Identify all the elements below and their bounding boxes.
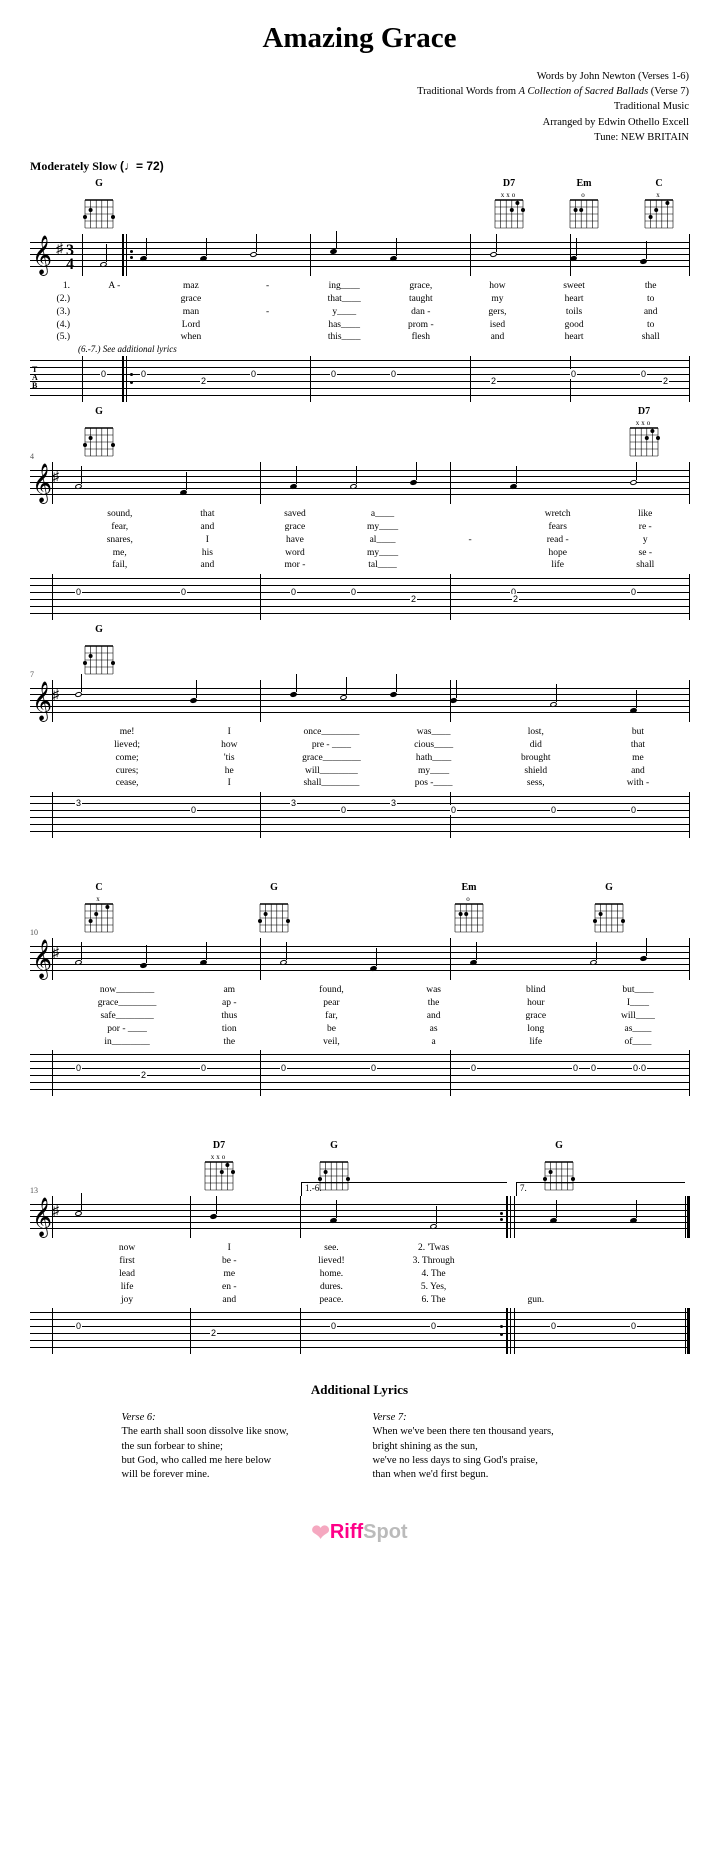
chord-strip: G D7xxo — [30, 406, 689, 460]
chord-strip: G — [30, 624, 689, 678]
credit-line: Traditional Words from A Collection of S… — [30, 84, 689, 99]
lyric-row: leadmehome.4. The — [30, 1268, 689, 1281]
treble-clef-icon: 𝄞 — [32, 239, 52, 273]
lyric-row: sound,thatsaveda____wretchlike — [30, 508, 689, 521]
lyric-row: joyandpeace.6. Thegun. — [30, 1294, 689, 1307]
chord-diagram-em: Emo — [450, 882, 488, 935]
time-signature: 34 — [66, 244, 74, 273]
chord-diagram-g: G — [80, 406, 118, 459]
additional-verse: Verse 6: The earth shall soon dissolve l… — [122, 1412, 347, 1482]
lyric-row: cures;hewill________my____shieldand — [30, 765, 689, 778]
chord-strip: G D7xxo Emo Cx — [30, 178, 689, 232]
tablature-staff: 00002002 — [30, 574, 689, 620]
sheet-music-page: Amazing Grace Words by John Newton (Vers… — [0, 0, 719, 1576]
lyric-row: now________amfound,wasblindbut____ — [30, 984, 689, 997]
lyric-row: firstbe -lieved!3. Through — [30, 1255, 689, 1268]
tempo-marking: Moderately Slow (♩= 72) — [30, 159, 689, 174]
heart-icon: ❤ — [311, 1520, 329, 1545]
chord-diagram-g: G — [80, 178, 118, 231]
chord-diagram-em: Emo — [565, 178, 603, 231]
chord-diagram-d7: D7xxo — [490, 178, 528, 231]
lyrics-block: nowIsee.2. 'Twas firstbe -lieved!3. Thro… — [30, 1242, 689, 1306]
credit-line: Tune: NEW BRITAIN — [30, 130, 689, 145]
lyric-row: lifeen -dures.5. Yes, — [30, 1281, 689, 1294]
music-system: D7xxo G G 131.-6. 7. 𝄞 ♯ nowIsee.2. 'Twa… — [30, 1140, 689, 1354]
additional-lyrics-section: Additional Lyrics Verse 6: The earth sha… — [30, 1382, 689, 1482]
treble-staff: 131.-6. 7. 𝄞 ♯ — [30, 1196, 689, 1238]
key-signature: ♯ — [52, 688, 59, 704]
music-system: G 7 𝄞 ♯ me!Ionce________was____lost,but … — [30, 624, 689, 838]
lyrics-block: me!Ionce________was____lost,but lieved;h… — [30, 726, 689, 790]
lyric-row: me,hiswordmy____hopese - — [30, 547, 689, 560]
key-signature: ♯ — [52, 470, 59, 486]
credit-line: Traditional Music — [30, 99, 689, 114]
lyric-row: fear,andgracemy____fearsre - — [30, 521, 689, 534]
treble-clef-icon: 𝄞 — [32, 1201, 52, 1235]
riffspot-logo: ❤RiffSpot — [30, 1520, 689, 1546]
treble-staff: 7 𝄞 ♯ — [30, 680, 689, 722]
chord-strip: Cx G Emo G — [30, 882, 689, 936]
lyric-row: (3.)man-y____dan -gers,toilsand — [30, 306, 689, 319]
additional-lyrics-heading: Additional Lyrics — [30, 1382, 689, 1398]
lyric-row: (5.)whenthis____fleshandheartshall — [30, 331, 689, 344]
chord-diagram-g: G — [80, 624, 118, 677]
lyric-row: grace________ap -pearthehourI____ — [30, 997, 689, 1010]
key-signature: ♯ — [52, 946, 59, 962]
credits-block: Words by John Newton (Verses 1-6) Tradit… — [30, 69, 689, 145]
lyric-row: come;'tisgrace________hath____broughtme — [30, 752, 689, 765]
credit-line: Words by John Newton (Verses 1-6) — [30, 69, 689, 84]
lyric-row: in________theveil,alifeof____ — [30, 1036, 689, 1049]
lyric-row: me!Ionce________was____lost,but — [30, 726, 689, 739]
lyrics-block: now________amfound,wasblindbut____ grace… — [30, 984, 689, 1048]
music-system: G D7xxo 4 𝄞 ♯ sound,thatsaveda____wretch… — [30, 406, 689, 620]
treble-clef-icon: 𝄞 — [32, 685, 52, 719]
treble-staff: 4 𝄞 ♯ — [30, 462, 689, 504]
lyric-row: (4.)Lordhas____prom -isedgoodto — [30, 319, 689, 332]
lyric-row: 1.A -maz-ing____grace,howsweetthe — [30, 280, 689, 293]
chord-diagram-d7: D7xxo — [200, 1140, 238, 1193]
see-additional-lyrics: (6.-7.) See additional lyrics — [30, 344, 689, 354]
volta-2: 7. — [516, 1182, 685, 1196]
lyric-row: fail,andmor -tal____lifeshall — [30, 559, 689, 572]
chord-diagram-d7: D7xxo — [625, 406, 663, 459]
tablature-staff: TAB 0020002002 — [30, 356, 689, 402]
lyrics-block: sound,thatsaveda____wretchlike fear,andg… — [30, 508, 689, 572]
treble-clef-icon: 𝄞 — [32, 943, 52, 977]
song-title: Amazing Grace — [30, 22, 689, 55]
music-system: Cx G Emo G 10 𝄞 ♯ now________amfound,was… — [30, 882, 689, 1096]
key-signature: ♯ — [56, 242, 63, 258]
treble-staff: 𝄞 ♯ 34 — [30, 234, 689, 276]
tab-label: TAB — [32, 366, 38, 390]
tablature-staff: 020000 — [30, 1308, 689, 1354]
lyric-row: nowIsee.2. 'Twas — [30, 1242, 689, 1255]
tablature-staff: 0200000000 — [30, 1050, 689, 1096]
chord-diagram-c: Cx — [640, 178, 678, 231]
volta-1: 1.-6. — [301, 1182, 507, 1196]
key-signature: ♯ — [52, 1204, 59, 1220]
music-system: G D7xxo Emo Cx 𝄞 ♯ 34 1.A -maz-ing____gr… — [30, 178, 689, 402]
lyric-row: (2.)gracethat____taughtmyheartto — [30, 293, 689, 306]
treble-clef-icon: 𝄞 — [32, 467, 52, 501]
credit-line: Arranged by Edwin Othello Excell — [30, 115, 689, 130]
lyrics-block: 1.A -maz-ing____grace,howsweetthe (2.)gr… — [30, 280, 689, 354]
tablature-staff: 30303000 — [30, 792, 689, 838]
lyric-row: safe________thusfar,andgracewill____ — [30, 1010, 689, 1023]
chord-diagram-c: Cx — [80, 882, 118, 935]
lyric-row: cease,Ishall________pos -____sess,with - — [30, 777, 689, 790]
lyric-row: snares,Ihaveal____-read -y — [30, 534, 689, 547]
lyric-row: por - ____tionbeaslongas____ — [30, 1023, 689, 1036]
chord-diagram-g: G — [590, 882, 628, 935]
lyric-row: lieved;howpre - ____cious____didthat — [30, 739, 689, 752]
chord-diagram-g: G — [255, 882, 293, 935]
treble-staff: 10 𝄞 ♯ — [30, 938, 689, 980]
additional-verse: Verse 7: When we've been there ten thous… — [373, 1412, 598, 1482]
